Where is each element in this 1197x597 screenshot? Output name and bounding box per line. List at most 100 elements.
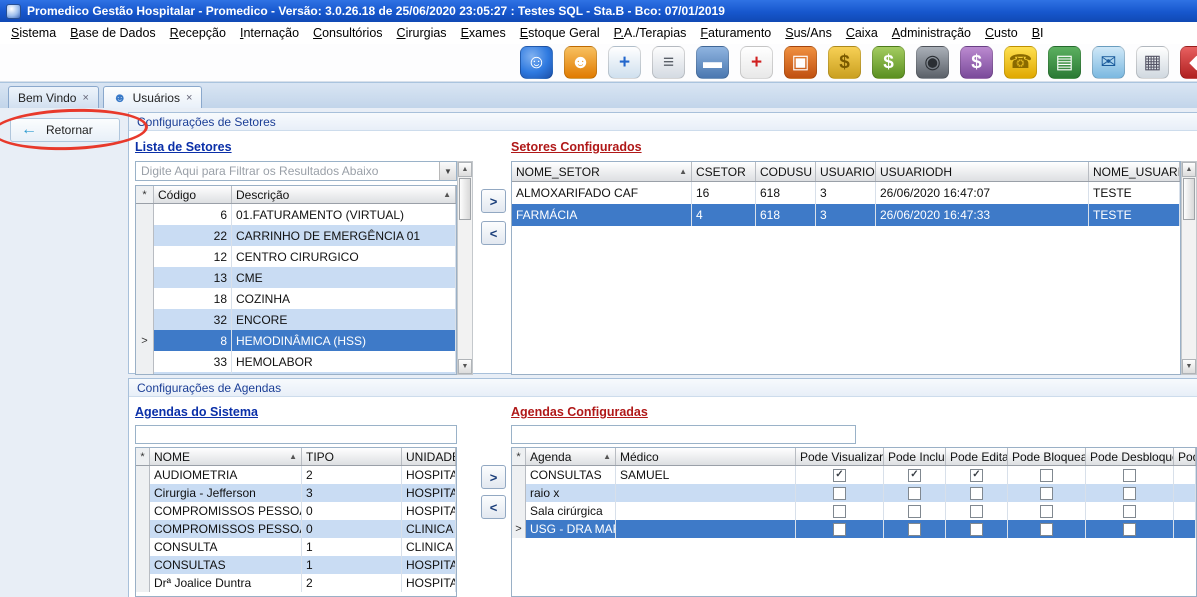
internation-bed-icon[interactable]: ▬ xyxy=(696,46,729,79)
column-header-tipo[interactable]: TIPO xyxy=(302,448,402,465)
table-row[interactable]: ALMOXARIFADO CAF 16 618 3 26/06/2020 16:… xyxy=(512,182,1180,204)
column-header-pode-desbloquear[interactable]: Pode Desbloquear xyxy=(1086,448,1174,465)
column-header-medico[interactable]: Médico xyxy=(616,448,796,465)
column-header-nome-setor[interactable]: NOME_SETOR ▲ xyxy=(512,162,692,181)
menu-internacao[interactable]: Internação xyxy=(233,23,306,43)
table-row[interactable]: Cirurgia - Jefferson 3 HOSPITAL xyxy=(136,484,456,502)
table-row-selected[interactable]: > 8 HEMODINÂMICA (HSS) xyxy=(136,330,456,351)
pode-desbloquear-checkbox[interactable] xyxy=(1123,523,1136,536)
column-header-nome[interactable]: NOME ▲ xyxy=(150,448,302,465)
table-row[interactable]: 24 HOSPITAL SANTA HELENA xyxy=(136,372,456,375)
table-row-selected[interactable]: FARMÁCIA 4 618 3 26/06/2020 16:47:33 TES… xyxy=(512,204,1180,226)
menu-consultorios[interactable]: Consultórios xyxy=(306,23,389,43)
doctor-icon[interactable]: + xyxy=(608,46,641,79)
scroll-down-icon[interactable]: ▼ xyxy=(1182,359,1196,374)
pode-bloquear-checkbox[interactable] xyxy=(1040,487,1053,500)
agendas-configured-filter-input[interactable] xyxy=(511,425,856,444)
column-header-pode-truncated[interactable]: Pode xyxy=(1174,448,1196,465)
setores-remove-button[interactable]: < xyxy=(481,221,506,245)
pode-editar-checkbox[interactable] xyxy=(970,523,983,536)
network-patients-icon[interactable]: ☺ xyxy=(520,46,553,79)
dropdown-icon[interactable]: ▼ xyxy=(439,162,456,180)
ledger-book-icon[interactable]: ▤ xyxy=(1048,46,1081,79)
column-header-usuariodh[interactable]: USUARIODH xyxy=(876,162,1089,181)
table-row[interactable]: 22 CARRINHO DE EMERGÊNCIA 01 xyxy=(136,225,456,246)
column-header-pode-incluir[interactable]: Pode Incluir xyxy=(884,448,946,465)
menu-sus-ans[interactable]: Sus/Ans xyxy=(778,23,839,43)
pode-bloquear-checkbox[interactable] xyxy=(1040,523,1053,536)
table-row[interactable]: 33 HEMOLABOR xyxy=(136,351,456,372)
pode-incluir-checkbox[interactable]: ✓ xyxy=(908,469,921,482)
table-row[interactable]: AUDIOMETRIA 2 HOSPITAL xyxy=(136,466,456,484)
table-row[interactable]: raio x xyxy=(512,484,1196,502)
table-row[interactable]: 32 ENCORE xyxy=(136,309,456,330)
table-row[interactable]: 13 CME xyxy=(136,267,456,288)
column-header-pode-visualizar[interactable]: Pode Visualizar xyxy=(796,448,884,465)
pode-editar-checkbox[interactable] xyxy=(970,505,983,518)
reception-icon[interactable]: ☻ xyxy=(564,46,597,79)
table-row[interactable]: CONSULTAS 1 HOSPITAL xyxy=(136,556,456,574)
close-icon[interactable]: × xyxy=(186,92,192,104)
pode-visualizar-checkbox[interactable] xyxy=(833,523,846,536)
pode-visualizar-checkbox[interactable] xyxy=(833,505,846,518)
column-header-usuario[interactable]: USUARIO xyxy=(816,162,876,181)
menu-estoque-geral[interactable]: Estoque Geral xyxy=(513,23,607,43)
setores-list-scrollbar[interactable]: ▲ ▼ xyxy=(457,161,473,375)
column-header-codusu[interactable]: CODUSU xyxy=(756,162,816,181)
pode-bloquear-checkbox[interactable] xyxy=(1040,505,1053,518)
chat-icon[interactable]: ✉ xyxy=(1092,46,1125,79)
pode-editar-checkbox[interactable] xyxy=(970,487,983,500)
menu-caixa[interactable]: Caixa xyxy=(839,23,885,43)
table-row[interactable]: Sala cirúrgica xyxy=(512,502,1196,520)
menu-faturamento[interactable]: Faturamento xyxy=(693,23,778,43)
pode-incluir-checkbox[interactable] xyxy=(908,505,921,518)
pode-desbloquear-checkbox[interactable] xyxy=(1123,469,1136,482)
setores-filter-input[interactable] xyxy=(136,162,439,180)
pode-editar-checkbox[interactable]: ✓ xyxy=(970,469,983,482)
column-header-pode-bloquear[interactable]: Pode Bloquear xyxy=(1008,448,1086,465)
table-row[interactable]: COMPROMISSOS PESSOAIS 0 HOSPITAL xyxy=(136,502,456,520)
stock-boxes-icon[interactable]: ▣ xyxy=(784,46,817,79)
pode-incluir-checkbox[interactable] xyxy=(908,487,921,500)
table-row[interactable]: CONSULTA 1 CLINICA S xyxy=(136,538,456,556)
table-row[interactable]: COMPROMISSOS PESSOAIS 0 CLINICA S xyxy=(136,520,456,538)
billing-icon[interactable]: $ xyxy=(872,46,905,79)
menu-base-de-dados[interactable]: Base de Dados xyxy=(63,23,162,43)
table-row-selected[interactable]: > USG - DRA MARIA A xyxy=(512,520,1196,538)
schedule-calculator-icon[interactable]: ▦ xyxy=(1136,46,1169,79)
agendas-system-filter-input[interactable] xyxy=(135,425,457,444)
pode-visualizar-checkbox[interactable] xyxy=(833,487,846,500)
pode-desbloquear-checkbox[interactable] xyxy=(1123,487,1136,500)
pode-visualizar-checkbox[interactable]: ✓ xyxy=(833,469,846,482)
scrollbar-thumb[interactable] xyxy=(1183,178,1195,220)
table-row[interactable]: Drª Joalice Duntra 2 HOSPITAL xyxy=(136,574,456,592)
scroll-up-icon[interactable]: ▲ xyxy=(1182,162,1196,177)
tab-usuarios[interactable]: ☻ Usuários × xyxy=(103,86,202,108)
retornar-button[interactable]: ← Retornar xyxy=(10,118,120,142)
partial-right-icon[interactable]: ◆ xyxy=(1180,46,1197,79)
menu-custo[interactable]: Custo xyxy=(978,23,1025,43)
agendas-add-button[interactable]: > xyxy=(481,465,506,489)
menu-bi[interactable]: BI xyxy=(1025,23,1051,43)
table-row[interactable]: CONSULTAS SAMUEL ✓ ✓ ✓ xyxy=(512,466,1196,484)
table-row[interactable]: 12 CENTRO CIRURGICO xyxy=(136,246,456,267)
close-icon[interactable]: × xyxy=(82,92,88,104)
menu-pa-terapias[interactable]: P.A./Terapias xyxy=(607,23,694,43)
ambulance-icon[interactable]: + xyxy=(740,46,773,79)
menu-recepcao[interactable]: Recepção xyxy=(163,23,233,43)
scrollbar-thumb[interactable] xyxy=(459,178,471,220)
scroll-down-icon[interactable]: ▼ xyxy=(458,359,472,374)
column-header-descricao[interactable]: Descrição ▲ xyxy=(232,186,456,203)
pode-incluir-checkbox[interactable] xyxy=(908,523,921,536)
finance-reports-icon[interactable]: $ xyxy=(960,46,993,79)
scrollbar-track[interactable] xyxy=(458,221,472,359)
scrollbar-track[interactable] xyxy=(1182,221,1196,359)
pode-desbloquear-checkbox[interactable] xyxy=(1123,505,1136,518)
menu-administracao[interactable]: Administração xyxy=(885,23,978,43)
tab-bem-vindo[interactable]: Bem Vindo × xyxy=(8,86,99,108)
menu-sistema[interactable]: Sistema xyxy=(4,23,63,43)
setores-add-button[interactable]: > xyxy=(481,189,506,213)
agendas-remove-button[interactable]: < xyxy=(481,495,506,519)
column-header-csetor[interactable]: CSETOR xyxy=(692,162,756,181)
menu-exames[interactable]: Exames xyxy=(454,23,513,43)
